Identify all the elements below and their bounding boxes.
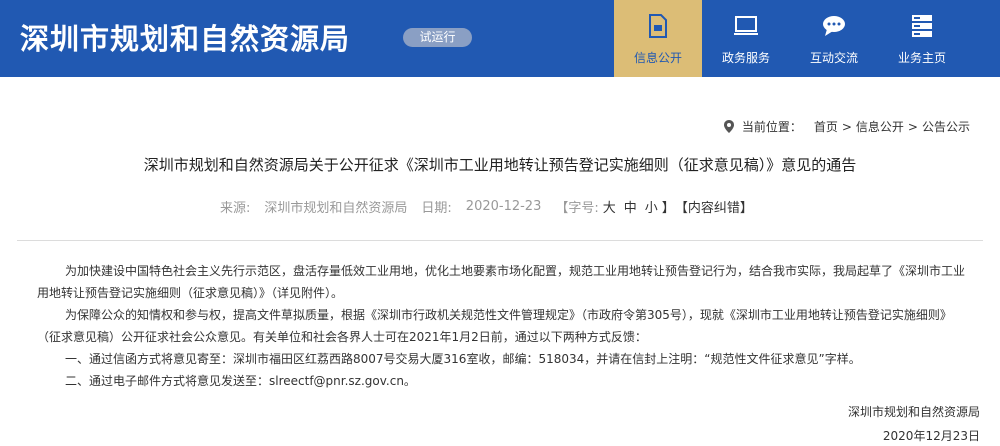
breadcrumb-label: 当前位置：: [741, 120, 802, 134]
location-pin-icon: [723, 120, 734, 133]
paragraph: 为加快建设中国特色社会主义先行示范区，盘活存量低效工业用地，优化土地要素市场化配…: [37, 264, 966, 300]
breadcrumb-home[interactable]: 首页: [814, 118, 838, 135]
font-size-close: 】: [661, 201, 675, 216]
nav-label: 互动交流: [809, 51, 858, 65]
nav-item-gov-services[interactable]: 政务服务: [702, 0, 790, 77]
divider: [17, 240, 983, 241]
article-body: 为加快建设中国特色社会主义先行示范区，盘活存量低效工业用地，优化土地要素市场化配…: [37, 260, 965, 392]
date-label: 日期:: [421, 201, 452, 216]
article-title: 深圳市规划和自然资源局关于公开征求《深圳市工业用地转让预告登记实施细则（征求意见…: [143, 156, 857, 174]
nav-label: 政务服务: [721, 51, 770, 65]
nav-item-info-disclosure[interactable]: 信息公开: [614, 0, 702, 77]
article-meta: 来源: 深圳市规划和自然资源局 日期: 2020-12-23 【字号: 大 中 …: [220, 197, 753, 216]
breadcrumb-info-disclosure[interactable]: 信息公开: [856, 118, 904, 135]
chat-bubble-icon: [819, 12, 849, 40]
font-size-large-button[interactable]: 大: [603, 197, 616, 216]
trial-badge: 试运行: [403, 28, 472, 47]
font-size-small-button[interactable]: 小: [645, 197, 658, 216]
content-correction-link[interactable]: 【内容纠错】: [675, 197, 753, 216]
site-header: 深圳市规划和自然资源局 试运行 信息公开 政务服务 互动交流 业务主页: [0, 0, 1000, 77]
server-icon: [907, 12, 937, 40]
site-title[interactable]: 深圳市规划和自然资源局: [20, 16, 350, 58]
paragraph: 为保障公众的知情权和参与权，提高文件草拟质量，根据《深圳市行政机关规范性文件管理…: [37, 308, 952, 344]
signature-org: 深圳市规划和自然资源局: [847, 405, 980, 419]
date-value: 2020-12-23: [465, 199, 542, 214]
nav-item-business-home[interactable]: 业务主页: [878, 0, 966, 77]
main-nav: 信息公开 政务服务 互动交流 业务主页: [614, 0, 966, 77]
breadcrumb-announcements[interactable]: 公告公示: [922, 118, 970, 135]
paragraph: 二、通过电子邮件方式将意见发送至：slreectf@pnr.sz.gov.cn。: [65, 374, 416, 388]
signature-date: 2020年12月23日: [882, 429, 980, 443]
breadcrumb-separator: >: [841, 119, 852, 134]
monitor-icon: [731, 12, 761, 40]
nav-label: 信息公开: [633, 51, 682, 65]
nav-item-interaction[interactable]: 互动交流: [790, 0, 878, 77]
font-size-medium-button[interactable]: 中: [624, 197, 637, 216]
paragraph: 一、通过信函方式将意见寄至：深圳市福田区红荔西路8007号交易大厦316室收，邮…: [65, 352, 861, 366]
font-size-label: 【字号:: [555, 201, 599, 216]
breadcrumb: 当前位置： 首页 > 信息公开 > 公告公示: [723, 118, 970, 135]
nav-label: 业务主页: [897, 51, 946, 65]
source-label: 来源:: [220, 201, 251, 216]
source-value: 深圳市规划和自然资源局: [264, 201, 408, 216]
document-icon: [643, 12, 673, 40]
breadcrumb-separator: >: [907, 119, 918, 134]
